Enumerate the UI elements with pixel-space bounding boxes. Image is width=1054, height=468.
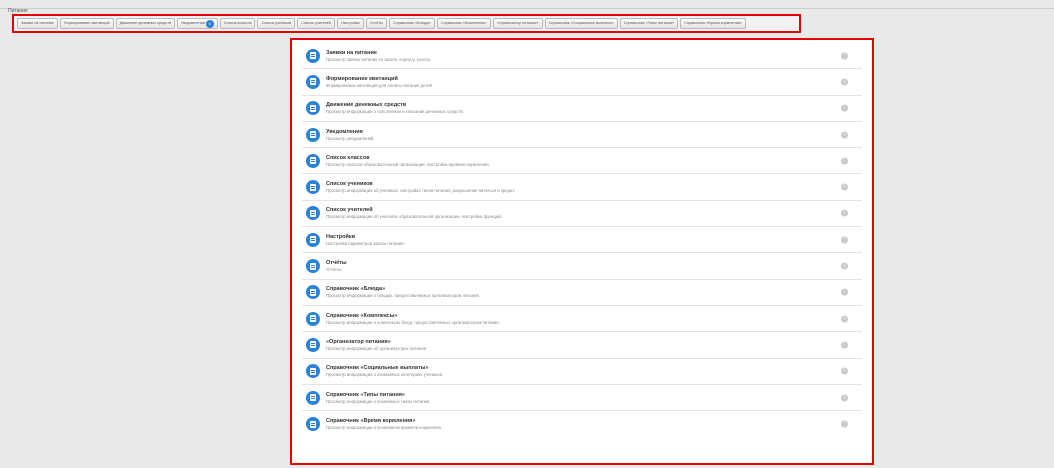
menu-item-title: Справочник «Социальные выплаты» — [326, 365, 429, 372]
info-icon[interactable]: i — [841, 288, 848, 296]
tab-students[interactable]: Список учеников — [257, 18, 296, 29]
document-icon — [306, 153, 320, 168]
menu-item-title: Список классов — [326, 154, 370, 161]
menu-item-feeding-time[interactable]: Справочник «Время кормления» Просмотр инф… — [302, 411, 862, 437]
menu-item-title: Заявки на питание — [326, 49, 377, 56]
info-icon[interactable]: i — [841, 78, 848, 86]
menu-item-title: Формирование квитанций — [326, 75, 398, 82]
info-icon[interactable]: i — [841, 262, 848, 270]
info-icon[interactable]: i — [841, 236, 848, 244]
menu-item-desc: Просмотр информации о пополнении и списа… — [326, 109, 464, 115]
menu-item-desc: Просмотр информации об учениках, настрой… — [326, 188, 516, 194]
menu-item-desc: Просмотр заявок питания по школе, корпус… — [326, 56, 431, 62]
tab-bar: Заявки на питание Формирование квитанций… — [12, 14, 801, 33]
menu-item-title: Список учеников — [326, 181, 373, 188]
tab-requests[interactable]: Заявки на питание — [17, 18, 58, 29]
document-icon — [306, 337, 320, 352]
menu-item-organizer[interactable]: «Организатор питания» Просмотр информации… — [302, 332, 862, 359]
menu-item-title: Отчёты — [326, 260, 347, 267]
tab-money-flow[interactable]: Движение денежных средств — [115, 18, 176, 29]
tab-receipts[interactable]: Формирование квитанций — [59, 18, 114, 29]
tab-reports[interactable]: Отчёты — [365, 18, 387, 29]
info-icon[interactable]: i — [841, 131, 848, 139]
menu-item-title: Настройки — [326, 233, 356, 240]
info-icon[interactable]: i — [841, 157, 848, 165]
menu-item-desc: Просмотр классов образовательной организ… — [326, 161, 490, 167]
menu-item-dishes[interactable]: Справочник «Блюда» Просмотр информации о … — [302, 280, 862, 306]
menu-item-settings[interactable]: Настройки Настройки параметров заказа пит… — [302, 227, 862, 254]
tab-notifications[interactable]: Уведомления 0 — [177, 18, 218, 29]
menu-item-desc: Просмотр информации о возможных типах пи… — [326, 398, 431, 404]
menu-item-desc: Просмотр информации о блюдах, предоставл… — [326, 293, 481, 299]
document-icon — [306, 74, 320, 89]
menu-item-title: Список учителей — [326, 207, 373, 214]
menu-item-desc: Отчёты. — [326, 267, 343, 273]
menu-item-desc: Просмотр информации о возможном времени … — [326, 425, 443, 431]
tab-settings[interactable]: Настройки — [337, 18, 364, 29]
info-icon[interactable]: i — [841, 367, 848, 375]
tab-meal-types[interactable]: Справочник «Типы питания» — [619, 18, 679, 29]
menu-item-title: Справочник «Время кормления» — [326, 418, 416, 425]
menu-item-desc: Настройки параметров заказа питания. — [326, 240, 405, 246]
info-icon[interactable]: i — [841, 420, 848, 428]
menu-item-notifications[interactable]: Уведомления Просмотр уведомлений. i — [302, 122, 862, 149]
tab-social-payments[interactable]: Справочник «Социальные выплаты» — [544, 18, 618, 29]
document-icon — [306, 285, 320, 300]
menu-item-classes[interactable]: Список классов Просмотр классов образоват… — [302, 148, 862, 175]
menu-panel: Заявки на питание Просмотр заявок питания… — [290, 38, 874, 465]
menu-item-meal-types[interactable]: Справочник «Типы питания» Просмотр информ… — [302, 385, 862, 412]
notification-count-badge: 0 — [205, 19, 214, 28]
tab-dishes[interactable]: Справочник «Блюда» — [388, 18, 435, 29]
menu-item-requests[interactable]: Заявки на питание Просмотр заявок питания… — [302, 43, 862, 70]
menu-item-desc: Просмотр информации об организаторах пит… — [326, 345, 428, 351]
tab-complexes[interactable]: Справочник «Комплексы» — [436, 18, 491, 29]
document-icon — [306, 232, 320, 247]
document-icon — [306, 101, 320, 116]
tab-feeding-time[interactable]: Справочник «Время кормления» — [680, 18, 747, 29]
menu-item-title: Справочник «Блюда» — [326, 286, 386, 293]
document-icon — [306, 206, 320, 221]
document-icon — [306, 390, 320, 405]
menu-item-desc: Просмотр информации о возможных категори… — [326, 372, 444, 378]
info-icon[interactable]: i — [841, 315, 848, 323]
document-icon — [306, 259, 320, 274]
info-icon[interactable]: i — [841, 52, 848, 60]
info-icon[interactable]: i — [841, 394, 848, 401]
document-icon — [306, 364, 320, 379]
document-icon — [306, 180, 320, 195]
menu-item-title: Уведомления — [326, 128, 363, 135]
top-bar — [0, 0, 1054, 9]
tab-organizer[interactable]: «Организатор питания» — [492, 18, 543, 29]
menu-item-title: Справочник «Типы питания» — [326, 391, 405, 398]
menu-item-desc: Просмотр информации об учителях образова… — [326, 214, 502, 220]
menu-item-desc: Формирование квитанций для оплаты питани… — [326, 82, 434, 88]
menu-item-reports[interactable]: Отчёты Отчёты. i — [302, 253, 862, 280]
info-icon[interactable]: i — [841, 209, 848, 217]
info-icon[interactable]: i — [841, 341, 848, 349]
menu-item-complexes[interactable]: Справочник «Комплексы» Просмотр информаци… — [302, 306, 862, 333]
menu-item-title: Справочник «Комплексы» — [326, 312, 398, 319]
document-icon — [306, 48, 320, 63]
menu-item-social-payments[interactable]: Справочник «Социальные выплаты» Просмотр … — [302, 359, 862, 385]
document-icon — [306, 311, 320, 326]
menu-item-students[interactable]: Список учеников Просмотр информации об уч… — [302, 174, 862, 201]
tab-classes[interactable]: Список классов — [219, 18, 256, 29]
info-icon[interactable]: i — [841, 104, 848, 112]
menu-item-desc: Просмотр информации о комплексах блюд, п… — [326, 319, 500, 325]
menu-item-money-flow[interactable]: Движение денежных средств Просмотр информ… — [302, 96, 862, 122]
menu-item-receipts[interactable]: Формирование квитанций Формирование квита… — [302, 69, 862, 96]
document-icon — [306, 127, 320, 142]
document-icon — [306, 417, 320, 432]
info-icon[interactable]: i — [841, 183, 848, 191]
menu-item-title: Движение денежных средств — [326, 102, 407, 109]
tab-teachers[interactable]: Список учителей — [297, 18, 336, 29]
menu-item-teachers[interactable]: Список учителей Просмотр информации об уч… — [302, 201, 862, 228]
menu-item-desc: Просмотр уведомлений. — [326, 135, 375, 141]
menu-item-title: «Организатор питания» — [326, 338, 391, 345]
